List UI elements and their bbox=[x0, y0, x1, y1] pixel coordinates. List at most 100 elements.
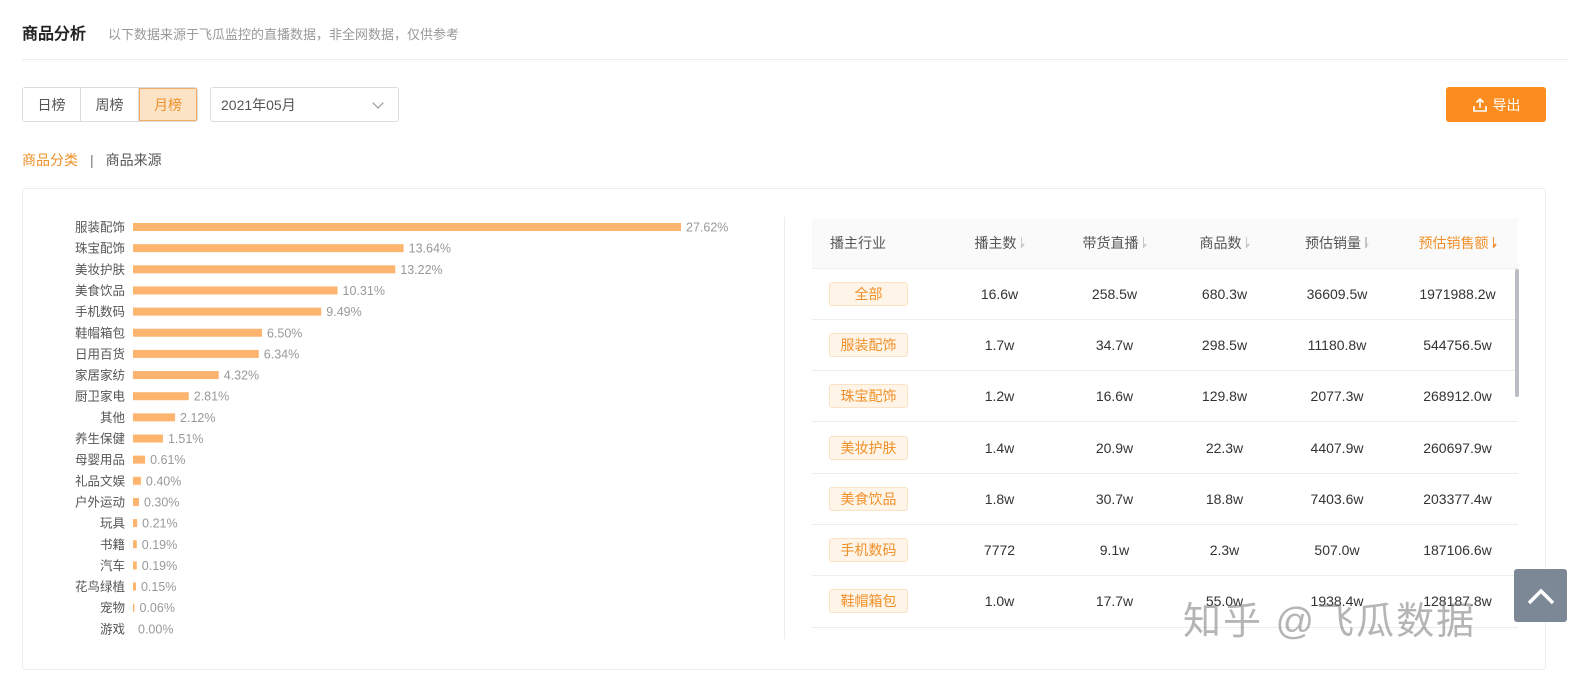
bar[interactable] bbox=[133, 307, 322, 316]
tab-weekly[interactable]: 周榜 bbox=[81, 88, 139, 121]
col-sales-amount[interactable]: 预估销售额 bbox=[1397, 218, 1518, 269]
bar[interactable] bbox=[133, 561, 137, 570]
page-title: 商品分析 bbox=[22, 26, 87, 43]
month-select-value: 2021年05月 bbox=[221, 96, 296, 113]
tab-monthly[interactable]: 月榜 bbox=[139, 88, 197, 121]
category-label: 花鸟绿植 bbox=[75, 579, 125, 594]
table-scrollbar[interactable] bbox=[1515, 269, 1519, 397]
category-label: 日用百货 bbox=[75, 346, 125, 361]
category-label: 游戏 bbox=[100, 622, 125, 636]
tab-daily[interactable]: 日榜 bbox=[23, 88, 81, 121]
header-divider bbox=[22, 59, 1568, 60]
category-label: 宠物 bbox=[100, 600, 125, 615]
industry-tag[interactable]: 美食饮品 bbox=[829, 486, 908, 511]
bar[interactable] bbox=[133, 223, 681, 231]
value-label: 0.06% bbox=[140, 601, 175, 615]
col-live[interactable]: 带货直播 bbox=[1057, 218, 1172, 269]
bar[interactable] bbox=[133, 392, 189, 401]
cell-industry: 美食饮品 bbox=[812, 473, 942, 525]
bar[interactable] bbox=[133, 349, 259, 358]
analysis-panel: 服装配饰 27.62% 珠宝配饰 13.64% 美妆护肤 13.22% 美食饮品 10.31%… bbox=[22, 188, 1546, 670]
cell-products: 298.5w bbox=[1172, 319, 1277, 372]
category-label: 厨卫家电 bbox=[75, 389, 126, 404]
cell-sales-amount: 187106.6w bbox=[1397, 524, 1518, 577]
chevron-up-icon bbox=[1527, 588, 1554, 604]
sort-down-icon[interactable] bbox=[1019, 236, 1025, 249]
cell-sales-volume: 2077.3w bbox=[1277, 370, 1397, 423]
value-label: 0.30% bbox=[144, 495, 179, 509]
tab-product-source[interactable]: 商品来源 bbox=[106, 150, 162, 170]
industry-tag[interactable]: 美妆护肤 bbox=[829, 435, 908, 460]
cell-sales-volume: 11180.8w bbox=[1277, 319, 1397, 372]
cell-sales-amount: 268912.0w bbox=[1397, 370, 1518, 423]
col-sales-volume[interactable]: 预估销量 bbox=[1277, 218, 1397, 269]
cell-sales-volume: 1938.4w bbox=[1277, 575, 1397, 628]
industry-tag[interactable]: 全部 bbox=[829, 281, 908, 306]
bar[interactable] bbox=[133, 582, 136, 591]
cell-streamers: 1.4w bbox=[942, 421, 1057, 474]
industry-tag[interactable]: 手机数码 bbox=[829, 538, 908, 563]
col-products[interactable]: 商品数 bbox=[1172, 218, 1277, 269]
cell-live: 17.7w bbox=[1057, 575, 1172, 628]
table-row: 美妆护肤 1.4w 20.9w 22.3w 4407.9w 260697.9w bbox=[812, 421, 1518, 474]
bar[interactable] bbox=[133, 371, 219, 380]
back-to-top-button[interactable] bbox=[1514, 569, 1567, 622]
category-label: 鞋帽箱包 bbox=[75, 325, 125, 340]
cell-live: 16.6w bbox=[1057, 370, 1172, 423]
table-row: 鞋帽箱包 1.0w 17.7w 55.0w 1938.4w 128187.8w bbox=[812, 575, 1518, 628]
cell-industry: 全部 bbox=[812, 268, 942, 320]
table-row: 手机数码 7772 9.1w 2.3w 507.0w 187106.6w bbox=[812, 524, 1518, 577]
category-label: 户外运动 bbox=[75, 494, 125, 509]
bar[interactable] bbox=[133, 497, 139, 506]
category-label: 玩具 bbox=[100, 517, 126, 531]
cell-live: 34.7w bbox=[1057, 319, 1172, 372]
bar[interactable] bbox=[133, 413, 176, 422]
tab-product-category[interactable]: 商品分类 bbox=[22, 150, 78, 170]
sort-down-icon[interactable] bbox=[1244, 236, 1250, 249]
bar[interactable] bbox=[133, 540, 137, 549]
cell-products: 680.3w bbox=[1172, 268, 1277, 320]
col-streamers[interactable]: 播主数 bbox=[942, 218, 1057, 269]
bar[interactable] bbox=[133, 265, 396, 274]
cell-products: 2.3w bbox=[1172, 524, 1277, 577]
cell-streamers: 7772 bbox=[942, 524, 1057, 577]
cell-live: 258.5w bbox=[1057, 268, 1172, 320]
industry-tag[interactable]: 鞋帽箱包 bbox=[829, 589, 908, 614]
industry-tag[interactable]: 服装配饰 bbox=[829, 332, 908, 357]
bar[interactable] bbox=[133, 455, 146, 464]
sort-down-icon[interactable] bbox=[1363, 236, 1369, 249]
value-label: 1.51% bbox=[168, 432, 203, 446]
bar[interactable] bbox=[133, 328, 262, 337]
value-label: 6.50% bbox=[267, 326, 302, 340]
sort-down-icon[interactable] bbox=[1141, 236, 1147, 249]
bar[interactable] bbox=[133, 434, 163, 443]
cell-live: 20.9w bbox=[1057, 421, 1172, 474]
export-label: 导出 bbox=[1492, 96, 1521, 113]
bar[interactable] bbox=[133, 286, 338, 295]
page-header: 商品分析 以下数据来源于飞瓜监控的直播数据，非全网数据，仅供参考 bbox=[22, 20, 459, 44]
month-select[interactable]: 2021年05月 bbox=[210, 87, 399, 122]
value-label: 0.61% bbox=[150, 453, 185, 467]
cell-industry: 鞋帽箱包 bbox=[812, 575, 942, 628]
value-label: 13.64% bbox=[409, 242, 451, 256]
category-label: 美食饮品 bbox=[75, 283, 125, 298]
cell-industry: 手机数码 bbox=[812, 524, 942, 577]
value-label: 0.21% bbox=[142, 517, 177, 531]
bar[interactable] bbox=[133, 603, 135, 612]
value-label: 0.15% bbox=[141, 580, 176, 594]
export-button[interactable]: 导出 bbox=[1446, 87, 1546, 122]
cell-sales-amount: 128187.8w bbox=[1397, 575, 1518, 628]
cell-products: 129.8w bbox=[1172, 370, 1277, 423]
category-label: 汽车 bbox=[100, 558, 125, 573]
bar[interactable] bbox=[133, 476, 141, 485]
bar[interactable] bbox=[133, 244, 404, 253]
cell-products: 22.3w bbox=[1172, 421, 1277, 474]
cell-industry: 美妆护肤 bbox=[812, 421, 942, 474]
value-label: 6.34% bbox=[264, 347, 299, 361]
sort-down-icon[interactable] bbox=[1491, 236, 1497, 249]
upload-icon bbox=[1472, 97, 1487, 112]
industry-tag[interactable]: 珠宝配饰 bbox=[829, 384, 908, 409]
bar[interactable] bbox=[133, 519, 138, 528]
value-label: 0.19% bbox=[142, 538, 177, 552]
cell-sales-volume: 36609.5w bbox=[1277, 268, 1397, 320]
